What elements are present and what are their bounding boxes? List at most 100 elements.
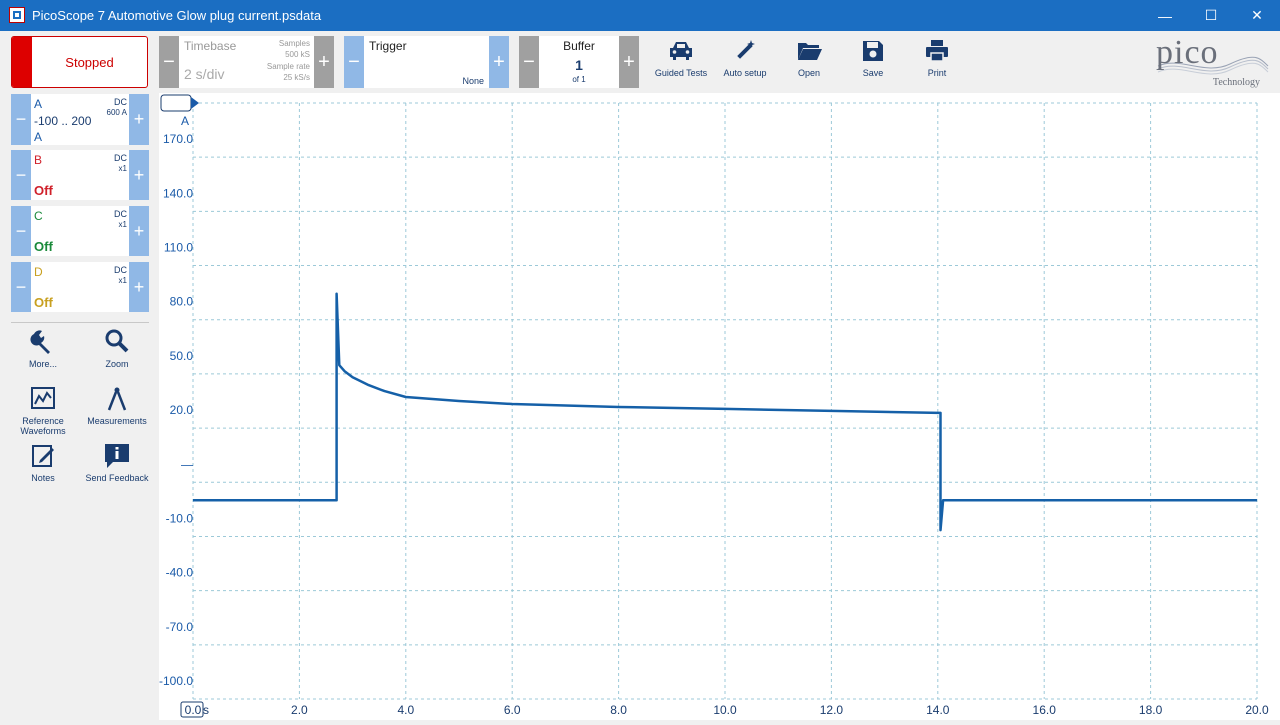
x-tick-label: 10.0 bbox=[713, 703, 737, 717]
channel-c-state: Off bbox=[34, 239, 53, 254]
channel-c-coupling: DC bbox=[114, 209, 127, 219]
channel-d-increase-button[interactable]: + bbox=[129, 262, 149, 312]
folder-icon bbox=[798, 43, 822, 60]
close-button[interactable]: ✕ bbox=[1234, 0, 1280, 31]
x-tick-label: 4.0 bbox=[397, 703, 414, 717]
send-feedback-button[interactable]: Send Feedback bbox=[80, 442, 154, 483]
reference-waveform-icon bbox=[31, 387, 55, 409]
channel-c-card[interactable]: − C DC x1 Off + bbox=[11, 206, 149, 256]
auto-setup-label: Auto setup bbox=[723, 68, 767, 78]
x-tick-label: 8.0 bbox=[610, 703, 627, 717]
scope-view[interactable]: 200.0170.0140.0110.080.050.020.0—-10.0-4… bbox=[159, 78, 1280, 720]
y-tick-label: 110.0 bbox=[164, 241, 193, 255]
channel-a-decrease-button[interactable]: − bbox=[11, 94, 31, 145]
buffer-next-button[interactable]: + bbox=[619, 36, 639, 88]
print-icon bbox=[926, 40, 948, 62]
x-tick-label: 14.0 bbox=[926, 703, 950, 717]
timebase-increase-button[interactable]: + bbox=[314, 36, 334, 88]
pico-logo-subtext: Technology bbox=[1212, 77, 1260, 88]
more-button[interactable]: More... bbox=[6, 328, 80, 369]
trigger-increase-button[interactable]: + bbox=[489, 36, 509, 88]
channel-d-name: D bbox=[34, 265, 43, 279]
magnifier-icon bbox=[105, 329, 129, 353]
y-tick-label: — bbox=[181, 457, 193, 471]
channel-a-probe: 600 A bbox=[106, 108, 127, 117]
channel-a-coupling: DC bbox=[114, 97, 127, 107]
y-tick-label: 50.0 bbox=[170, 349, 194, 363]
print-label: Print bbox=[927, 68, 947, 78]
channel-b-increase-button[interactable]: + bbox=[129, 150, 149, 200]
title-bar: PicoScope 7 Automotive Glow plug current… bbox=[0, 0, 1280, 31]
reference-waveforms-button[interactable]: Reference Waveforms bbox=[6, 385, 80, 436]
range-marker-arrow bbox=[191, 97, 199, 109]
y-tick-label: 170.0 bbox=[163, 132, 193, 146]
channel-b-name: B bbox=[34, 153, 43, 167]
scope-chart[interactable]: 200.0170.0140.0110.080.050.020.0—-10.0-4… bbox=[159, 78, 1280, 720]
channel-c-probe: x1 bbox=[118, 220, 127, 229]
trigger-decrease-button[interactable]: − bbox=[344, 36, 364, 88]
x-tick-label: 12.0 bbox=[820, 703, 844, 717]
channel-a-card[interactable]: − A DC 600 A -100 .. 200 A + bbox=[11, 94, 149, 145]
channel-b-card[interactable]: − B DC x1 Off + bbox=[11, 150, 149, 200]
feedback-icon bbox=[105, 444, 129, 468]
channel-d-card[interactable]: − D DC x1 Off + bbox=[11, 262, 149, 312]
pico-logo: pico Technology bbox=[1150, 34, 1270, 90]
notes-label: Notes bbox=[31, 473, 55, 483]
timebase-decrease-button[interactable]: − bbox=[159, 36, 179, 88]
save-label: Save bbox=[862, 68, 884, 78]
zoom-button[interactable]: Zoom bbox=[80, 328, 154, 369]
y-tick-label: 80.0 bbox=[170, 295, 194, 309]
stop-indicator bbox=[12, 37, 32, 87]
minimize-button[interactable]: — bbox=[1142, 0, 1188, 31]
channel-a-name: A bbox=[34, 97, 43, 111]
timebase-control: − Timebase 2 s/div Samples 500 kS Sample… bbox=[159, 36, 334, 88]
y-tick-label: -10.0 bbox=[166, 511, 194, 525]
channel-d-decrease-button[interactable]: − bbox=[11, 262, 31, 312]
reference-waveforms-label: Reference Waveforms bbox=[20, 416, 66, 436]
timebase-value[interactable]: 2 s/div bbox=[184, 66, 224, 82]
channel-a-range: -100 .. 200 bbox=[34, 114, 92, 128]
channel-b-decrease-button[interactable]: − bbox=[11, 150, 31, 200]
send-feedback-label: Send Feedback bbox=[85, 473, 149, 483]
guided-tests-button[interactable]: Guided Tests bbox=[649, 36, 713, 88]
auto-setup-button[interactable]: Auto setup bbox=[713, 36, 777, 88]
zoom-label: Zoom bbox=[105, 359, 129, 369]
channel-c-increase-button[interactable]: + bbox=[129, 206, 149, 256]
buffer-previous-button[interactable]: − bbox=[519, 36, 539, 88]
range-marker-box bbox=[160, 94, 192, 112]
y-tick-label: -40.0 bbox=[166, 566, 194, 580]
channel-c-name: C bbox=[34, 209, 43, 223]
maximize-button[interactable]: ☐ bbox=[1188, 0, 1234, 31]
channel-a-increase-button[interactable]: + bbox=[129, 94, 149, 145]
channel-d-state: Off bbox=[34, 295, 53, 310]
sample-rate-value: 25 kS/s bbox=[283, 73, 310, 82]
timebase-label: Timebase bbox=[184, 39, 237, 53]
window-title: PicoScope 7 Automotive Glow plug current… bbox=[32, 8, 322, 23]
x-tick-label: 20.0 bbox=[1245, 703, 1269, 717]
x-tick-label: 6.0 bbox=[504, 703, 521, 717]
measurements-label: Measurements bbox=[87, 416, 147, 426]
channel-a-unit: A bbox=[34, 130, 43, 144]
channel-b-coupling: DC bbox=[114, 153, 127, 163]
measurements-button[interactable]: Measurements bbox=[80, 385, 154, 426]
notes-button[interactable]: Notes bbox=[6, 442, 80, 483]
y-tick-label: -100.0 bbox=[159, 674, 193, 688]
wand-icon bbox=[737, 40, 755, 59]
buffer-control: − Buffer 1 of 1 + bbox=[519, 36, 639, 88]
open-label: Open bbox=[797, 68, 821, 78]
run-state-label: Stopped bbox=[65, 55, 114, 70]
trigger-mode[interactable]: None bbox=[462, 76, 484, 86]
x-tick-label: 16.0 bbox=[1033, 703, 1057, 717]
channel-b-state: Off bbox=[34, 183, 53, 198]
channel-b-probe: x1 bbox=[118, 164, 127, 173]
sidebar-divider bbox=[11, 322, 149, 323]
channel-c-decrease-button[interactable]: − bbox=[11, 206, 31, 256]
print-button[interactable]: Print bbox=[905, 36, 969, 88]
run-stop-button[interactable]: Stopped bbox=[11, 36, 148, 88]
open-button[interactable]: Open bbox=[777, 36, 841, 88]
y-tick-label: 140.0 bbox=[163, 186, 193, 200]
car-icon bbox=[670, 42, 692, 60]
save-button[interactable]: Save bbox=[841, 36, 905, 88]
more-label: More... bbox=[28, 359, 57, 369]
app-icon bbox=[9, 7, 25, 23]
